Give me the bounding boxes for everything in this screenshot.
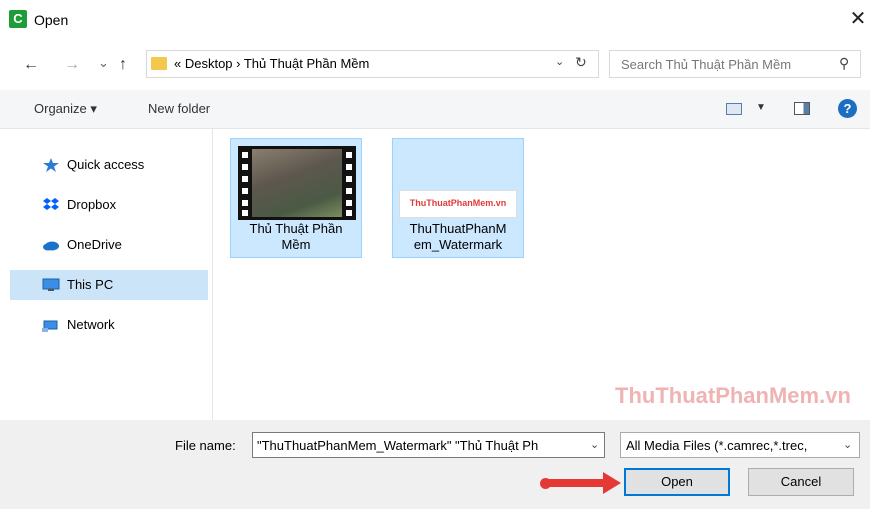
chevron-down-icon[interactable]: ⌄	[555, 55, 564, 68]
sidebar-item-label: This PC	[67, 277, 114, 292]
file-name-label: File name:	[175, 438, 236, 453]
new-folder-button[interactable]: New folder	[148, 101, 210, 116]
preview-pane-icon[interactable]	[794, 102, 810, 115]
thumbnail-logo-text: ThuThuatPhanMem.vn	[409, 198, 507, 208]
sidebar-item-label: OneDrive	[67, 237, 122, 252]
video-thumbnail	[238, 146, 356, 220]
dropbox-icon	[43, 198, 59, 210]
file-type-value: All Media Files (*.camrec,*.trec,	[626, 438, 808, 453]
sidebar-item-quick-access[interactable]: Quick access	[10, 150, 208, 180]
sidebar-item-onedrive[interactable]: OneDrive	[10, 230, 208, 260]
cloud-icon	[43, 241, 59, 251]
app-icon: C	[9, 10, 27, 28]
organize-button[interactable]: Organize ▾	[34, 101, 97, 117]
watermark: ThuThuatPhanMem.vn	[615, 383, 851, 408]
up-arrow-icon[interactable]: ↑	[119, 55, 127, 75]
search-icon[interactable]: ⚲	[839, 55, 849, 72]
file-name-line2: em_Watermark	[413, 237, 503, 252]
file-item-image[interactable]: ThuThuatPhanMem.vn ThuThuatPhanM em_Wate…	[392, 138, 524, 258]
address-bar[interactable]: « Desktop › Thủ Thuật Phần Mềm ⌄ ↻	[146, 50, 599, 78]
cancel-button[interactable]: Cancel	[748, 468, 854, 496]
chevron-down-icon[interactable]: ⌄	[590, 438, 599, 451]
command-toolbar: Organize ▾ New folder ▼ ?	[0, 90, 870, 129]
file-name-line2: Mềm	[281, 237, 311, 252]
network-icon	[42, 320, 58, 332]
window-title: Open	[34, 12, 69, 28]
file-name-value[interactable]: "ThuThuatPhanMem_Watermark" "Thủ Thuật P…	[257, 438, 585, 453]
view-options-icon[interactable]	[726, 103, 742, 115]
back-arrow-icon[interactable]: ←	[23, 55, 39, 75]
folder-icon	[151, 57, 167, 70]
forward-arrow-icon[interactable]: →	[64, 55, 80, 75]
title-bar: C Open ✕	[0, 0, 870, 42]
refresh-icon[interactable]: ↻	[575, 54, 587, 71]
sidebar-item-this-pc[interactable]: This PC	[10, 270, 208, 300]
computer-icon	[42, 278, 60, 291]
sidebar-item-label: Dropbox	[67, 197, 117, 212]
file-item-video[interactable]: Thủ Thuật Phần Mềm	[230, 138, 362, 258]
image-thumbnail: ThuThuatPhanMem.vn	[399, 190, 517, 218]
open-button[interactable]: Open	[624, 468, 730, 496]
search-placeholder: Search Thủ Thuật Phần Mềm	[621, 57, 792, 72]
sidebar-item-dropbox[interactable]: Dropbox	[10, 190, 208, 220]
star-icon	[43, 158, 59, 172]
chevron-down-icon[interactable]: ⌄	[843, 438, 852, 451]
sidebar-item-network[interactable]: Network	[10, 310, 208, 340]
sidebar-item-label: Network	[67, 317, 115, 332]
annotation-arrow-shaft	[545, 479, 607, 487]
close-icon[interactable]: ✕	[846, 6, 870, 32]
bottom-panel: File name: "ThuThuatPhanMem_Watermark" "…	[0, 420, 870, 509]
file-type-select[interactable]: All Media Files (*.camrec,*.trec, ⌄	[620, 432, 860, 458]
breadcrumb[interactable]: « Desktop › Thủ Thuật Phần Mềm	[174, 56, 369, 71]
recent-locations-icon[interactable]: ⌄	[98, 53, 109, 73]
file-name-field[interactable]: "ThuThuatPhanMem_Watermark" "Thủ Thuật P…	[252, 432, 605, 458]
help-icon[interactable]: ?	[838, 99, 857, 118]
file-name-line1: ThuThuatPhanM	[409, 221, 507, 236]
view-dropdown-icon[interactable]: ▼	[756, 102, 766, 113]
navigation-pane: Quick access Dropbox OneDrive This PC Ne…	[0, 128, 213, 420]
search-input[interactable]: Search Thủ Thuật Phần Mềm ⚲	[609, 50, 861, 78]
annotation-arrow-icon	[603, 472, 621, 494]
file-name-line1: Thủ Thuật Phần	[249, 221, 343, 236]
sidebar-item-label: Quick access	[67, 157, 145, 172]
